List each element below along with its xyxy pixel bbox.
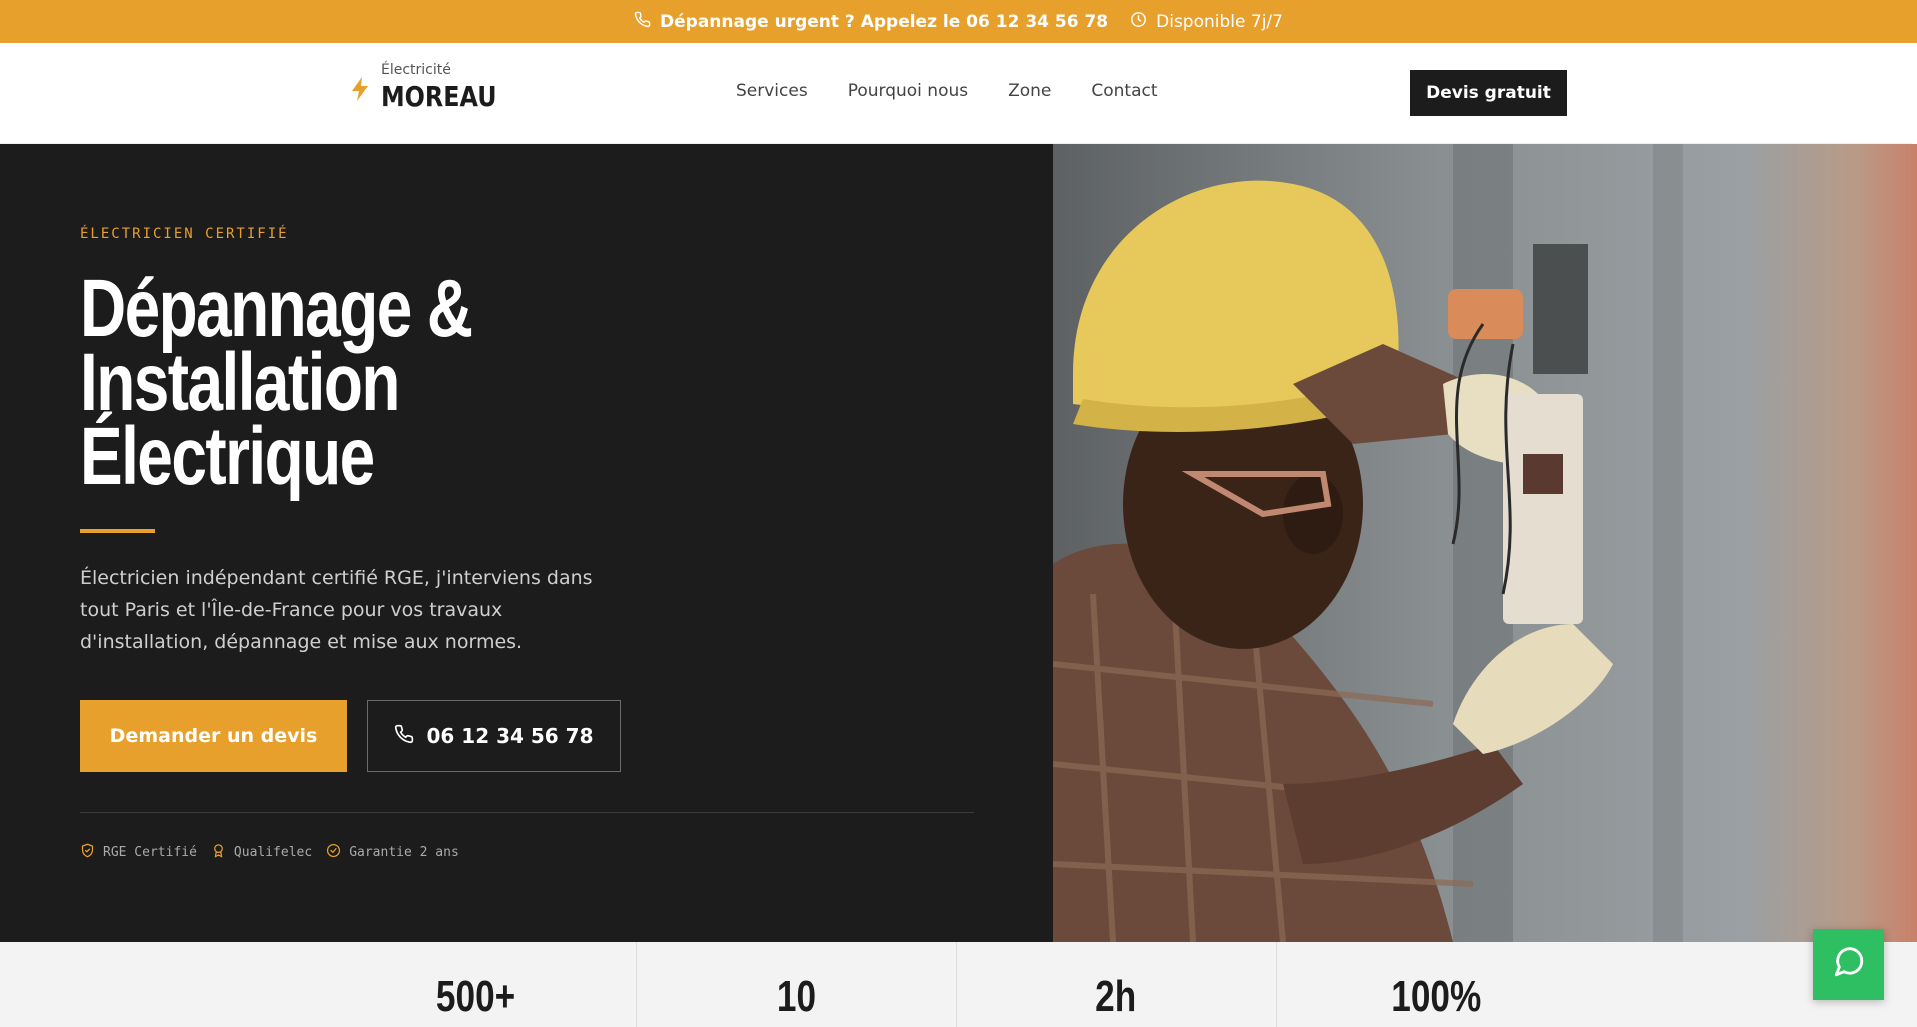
hero-title-line: Dépannage & — [80, 263, 473, 354]
hero-title-line: Installation — [80, 337, 400, 428]
main-nav: Services Pourquoi nous Zone Contact — [736, 81, 1158, 101]
shield-icon — [80, 843, 95, 862]
urgent-call-text: Dépannage urgent ? Appelez le 06 12 34 5… — [660, 11, 1109, 32]
phone-number-label: 06 12 34 56 78 — [426, 724, 594, 748]
phone-icon — [634, 11, 651, 33]
hero-eyebrow: ÉLECTRICIEN CERTIFIÉ — [80, 226, 289, 242]
stats-strip: 500+ 10 2h 100% — [0, 942, 1917, 1027]
nav-services[interactable]: Services — [736, 81, 808, 101]
certification-badges: RGE Certifié Qualifelec Garantie 2 ans — [80, 843, 459, 862]
badge-warranty: Garantie 2 ans — [326, 843, 459, 862]
hero-title-line: Électrique — [80, 411, 375, 502]
chat-bubble-icon — [1832, 945, 1866, 984]
stat-value: 10 — [776, 972, 816, 1021]
nav-zone[interactable]: Zone — [1008, 81, 1051, 101]
announcement-bar: Dépannage urgent ? Appelez le 06 12 34 5… — [0, 0, 1917, 43]
request-quote-button[interactable]: Demander un devis — [80, 700, 347, 772]
badge-qualifelec: Qualifelec — [211, 843, 312, 862]
badge-label: RGE Certifié — [103, 845, 197, 860]
hero-photo-electrician — [1053, 144, 1917, 942]
bolt-icon — [349, 70, 381, 107]
nav-pourquoi-nous[interactable]: Pourquoi nous — [848, 81, 968, 101]
hero-section: ÉLECTRICIEN CERTIFIÉ Dépannage & Install… — [0, 144, 1053, 942]
stat-value: 100% — [1390, 972, 1482, 1021]
chat-widget-button[interactable] — [1813, 929, 1884, 1000]
call-phone-button[interactable]: 06 12 34 56 78 — [367, 700, 621, 772]
badge-label: Qualifelec — [233, 845, 313, 860]
logo-name: MOREAU — [381, 80, 497, 113]
badge-label: Garantie 2 ans — [349, 845, 459, 860]
stat-value: 500+ — [436, 972, 516, 1021]
nav-contact[interactable]: Contact — [1091, 81, 1157, 101]
logo-subtitle: Électricité — [381, 62, 451, 78]
badge-rge: RGE Certifié — [80, 843, 197, 862]
phone-icon — [394, 724, 414, 749]
site-header: Électricité MOREAU Services Pourquoi nou… — [0, 43, 1912, 144]
availability-group: Disponible 7j/7 — [1130, 11, 1283, 33]
stat-value: 2h — [1095, 972, 1137, 1021]
award-icon — [211, 843, 226, 862]
title-accent-divider — [80, 529, 155, 533]
availability-text: Disponible 7j/7 — [1156, 11, 1283, 32]
free-quote-button[interactable]: Devis gratuit — [1410, 70, 1567, 116]
hero-description: Électricien indépendant certifié RGE, j'… — [80, 567, 593, 653]
hero-divider — [80, 812, 974, 813]
urgent-call-group[interactable]: Dépannage urgent ? Appelez le 06 12 34 5… — [634, 11, 1108, 33]
hero-title: Dépannage & Installation Électrique — [80, 263, 782, 502]
check-circle-icon — [326, 843, 341, 862]
site-logo[interactable]: Électricité MOREAU — [349, 61, 517, 115]
clock-icon — [1130, 11, 1147, 33]
